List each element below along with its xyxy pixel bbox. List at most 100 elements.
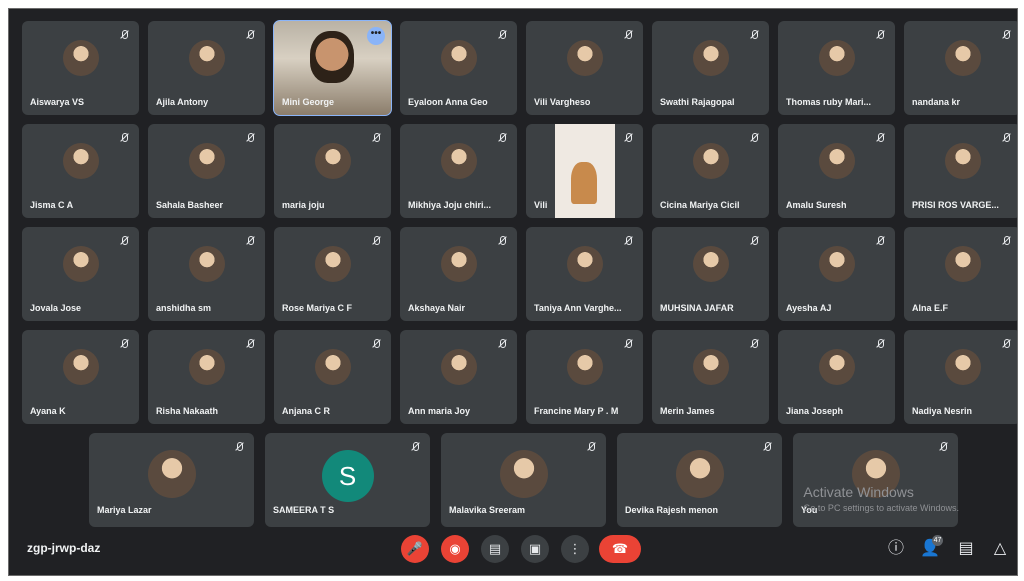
participant-name: Vili Vargheso: [534, 97, 591, 107]
participant-name: Mariya Lazar: [97, 505, 152, 515]
participant-tile[interactable]: Jisma C A: [22, 124, 139, 218]
avatar: [944, 349, 981, 386]
mic-off-icon: [245, 29, 255, 41]
avatar: [566, 246, 603, 283]
participant-face: [310, 31, 354, 83]
camera-toggle-button[interactable]: ◉: [441, 535, 469, 563]
participant-tile[interactable]: Jiana Joseph: [778, 330, 895, 424]
avatar: [62, 40, 99, 77]
participant-tile[interactable]: Taniya Ann Varghe...: [526, 227, 643, 321]
participant-name: Aiswarya VS: [30, 97, 85, 107]
participant-name: Eyaloon Anna Geo: [408, 97, 488, 107]
participant-name: Anjana C R: [282, 406, 331, 416]
participant-tile[interactable]: Alna E.F: [904, 227, 1017, 321]
captions-button[interactable]: ▤: [481, 535, 509, 563]
people-icon[interactable]: 👤 47: [919, 535, 943, 561]
participant-tile[interactable]: Thomas ruby Mari...: [778, 21, 895, 115]
participant-name: Rose Mariya C F: [282, 303, 353, 313]
participant-row: Jisma C A Sahala Basheer maria joju Mikh…: [22, 124, 1017, 218]
participant-tile[interactable]: Vili Vargheso: [526, 21, 643, 115]
participant-tile[interactable]: Jovala Jose: [22, 227, 139, 321]
participant-tile[interactable]: Devika Rajesh menon: [617, 433, 782, 527]
participant-tile[interactable]: nandana kr: [904, 21, 1017, 115]
avatar: [566, 40, 603, 77]
participant-tile[interactable]: PRISI ROS VARGE...: [904, 124, 1017, 218]
mic-off-icon: [749, 132, 759, 144]
participant-name: Ayana K: [30, 406, 66, 416]
participant-tile[interactable]: MUHSINA JAFAR: [652, 227, 769, 321]
mic-off-icon: [497, 29, 507, 41]
participant-tile[interactable]: Swathi Rajagopal: [652, 21, 769, 115]
participant-name: Cicina Mariya Cicil: [660, 200, 740, 210]
mic-off-icon: [749, 235, 759, 247]
participant-tile[interactable]: Nadiya Nesrin: [904, 330, 1017, 424]
participant-tile[interactable]: Ayana K: [22, 330, 139, 424]
participant-tile[interactable]: Mikhiya Joju chiri...: [400, 124, 517, 218]
participant-tile[interactable]: Vili: [526, 124, 643, 218]
participant-tile[interactable]: Akshaya Nair: [400, 227, 517, 321]
active-speaker-tile[interactable]: ••• Mini George: [273, 20, 392, 116]
leave-call-button[interactable]: ☎: [599, 535, 641, 563]
participant-name: Thomas ruby Mari...: [786, 97, 872, 107]
watermark-title: Activate Windows: [803, 484, 914, 500]
mic-off-icon: [371, 132, 381, 144]
participant-name: Vili: [534, 200, 548, 210]
mic-off-icon: [1001, 29, 1011, 41]
participant-name: MUHSINA JAFAR: [660, 303, 734, 313]
participant-tile[interactable]: Amalu Suresh: [778, 124, 895, 218]
avatar: [499, 450, 548, 499]
mic-off-icon: [371, 338, 381, 350]
participant-name: Akshaya Nair: [408, 303, 466, 313]
mic-off-icon: [586, 441, 596, 453]
mic-off-icon: [119, 132, 129, 144]
avatar: [440, 143, 477, 180]
participant-name: Jisma C A: [30, 200, 74, 210]
avatar: [62, 349, 99, 386]
participant-tile[interactable]: Cicina Mariya Cicil: [652, 124, 769, 218]
avatar: [675, 450, 724, 499]
avatar: [692, 40, 729, 77]
present-now-button[interactable]: ▣: [521, 535, 549, 563]
meeting-code: zgp-jrwp-daz: [27, 541, 101, 555]
mic-off-icon: [234, 441, 244, 453]
participant-tile[interactable]: Ann maria Joy: [400, 330, 517, 424]
meeting-info-icon[interactable]: ⓘ: [885, 537, 907, 561]
participant-tile[interactable]: anshidha sm: [148, 227, 265, 321]
participant-tile[interactable]: maria joju: [274, 124, 391, 218]
activities-icon[interactable]: △: [989, 537, 1011, 561]
avatar: [692, 349, 729, 386]
avatar: [440, 246, 477, 283]
mic-off-icon: [497, 235, 507, 247]
participant-tile[interactable]: Sahala Basheer: [148, 124, 265, 218]
participant-name: Francine Mary P . M: [534, 406, 619, 416]
mic-off-icon: [623, 338, 633, 350]
mic-toggle-button[interactable]: 🎤: [401, 535, 429, 563]
participant-tile[interactable]: Ajila Antony: [148, 21, 265, 115]
mic-off-icon: [623, 29, 633, 41]
participant-tile[interactable]: Anjana C R: [274, 330, 391, 424]
participant-tile[interactable]: Rose Mariya C F: [274, 227, 391, 321]
avatar: [188, 246, 225, 283]
participant-name: Ajila Antony: [156, 97, 209, 107]
mic-off-icon: [497, 338, 507, 350]
more-options-button[interactable]: •••: [367, 27, 385, 45]
chat-icon[interactable]: ▤: [955, 537, 977, 561]
more-options-icon[interactable]: ⋮: [561, 535, 589, 563]
participant-tile[interactable]: Risha Nakaath: [148, 330, 265, 424]
participant-tile[interactable]: Merin James: [652, 330, 769, 424]
avatar: [440, 40, 477, 77]
avatar: [818, 40, 855, 77]
activate-windows-watermark: Activate Windows Go to PC settings to ac…: [803, 485, 959, 515]
participant-tile[interactable]: Malavika Sreeram: [441, 433, 606, 527]
participant-tile[interactable]: Aiswarya VS: [22, 21, 139, 115]
participant-tile[interactable]: Ayesha AJ: [778, 227, 895, 321]
mic-off-icon: [938, 441, 948, 453]
participant-tile[interactable]: Francine Mary P . M: [526, 330, 643, 424]
participant-name: Swathi Rajagopal: [660, 97, 735, 107]
participant-tile[interactable]: Mariya Lazar: [89, 433, 254, 527]
avatar: [314, 349, 351, 386]
participant-tile[interactable]: S SAMEERA T S: [265, 433, 430, 527]
participant-tile[interactable]: Eyaloon Anna Geo: [400, 21, 517, 115]
avatar: [188, 40, 225, 77]
avatar: [147, 450, 196, 499]
